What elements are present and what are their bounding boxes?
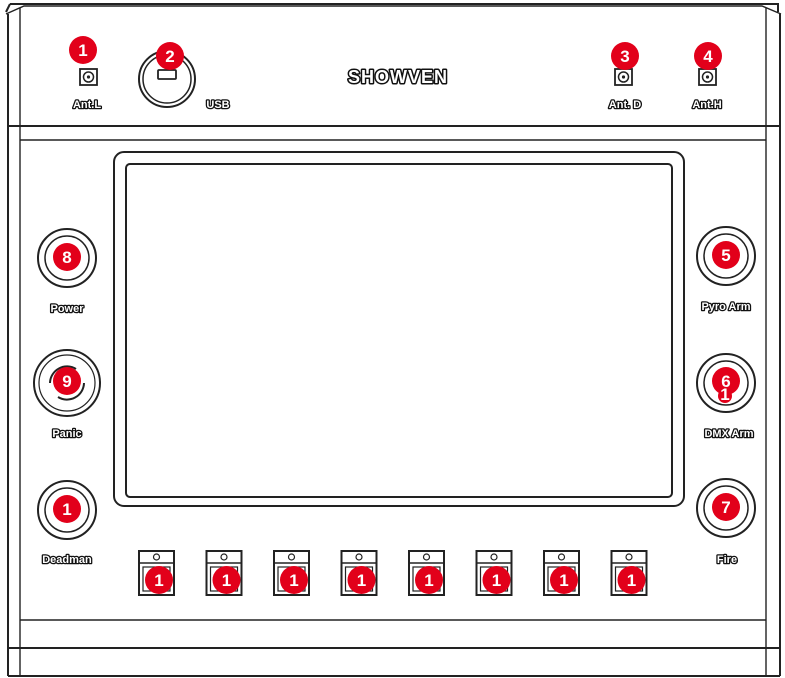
usb-icon (157, 69, 177, 80)
fire-label: Fire (717, 554, 737, 566)
channel-key[interactable]: 1 (340, 550, 378, 596)
callout-badge-channel: 1 (280, 566, 308, 594)
display-screen (113, 151, 685, 507)
pyro-arm-button[interactable]: 5 Pyro Arm (696, 226, 756, 314)
svg-text:5: 5 (721, 246, 730, 265)
usb-label: USB (206, 99, 229, 111)
callout-badge-usb: 2 (156, 42, 184, 70)
callout-badge-channel: 1 (347, 566, 376, 594)
svg-text:1: 1 (62, 500, 71, 519)
callout-badge-pyro-arm: 5 (712, 241, 740, 269)
callout-badge-channel: 1 (212, 566, 241, 594)
svg-text:1: 1 (627, 571, 636, 590)
dmx-arm-button[interactable]: 6 1 DMX Arm (696, 353, 756, 441)
svg-text:1: 1 (222, 571, 231, 590)
antenna-connector-icon (614, 68, 633, 86)
channel-key[interactable]: 1 (610, 550, 648, 596)
channel-key[interactable]: 1 (475, 550, 513, 596)
device-body (5, 3, 782, 677)
svg-text:1: 1 (357, 571, 366, 590)
channel-key[interactable]: 1 (138, 550, 175, 596)
svg-text:4: 4 (703, 47, 713, 66)
svg-text:1: 1 (492, 571, 501, 590)
power-label: Power (50, 303, 84, 315)
antenna-h-label: Ant.H (692, 99, 721, 111)
channel-key-row: 1 1 1 1 1 1 1 1 (138, 550, 648, 596)
panic-button[interactable]: 9 Panic (33, 349, 101, 441)
power-button[interactable]: 8 Power (37, 228, 97, 316)
deadman-label: Deadman (42, 554, 92, 566)
callout-badge-fire: 7 (712, 493, 740, 521)
antenna-connector-icon (79, 68, 98, 86)
svg-text:1: 1 (154, 571, 163, 590)
pyro-arm-label: Pyro Arm (701, 301, 750, 313)
callout-badge-channel: 1 (415, 566, 443, 594)
callout-badge-ant-l: 1 (69, 36, 97, 64)
callout-badge-deadman: 1 (53, 495, 81, 523)
antenna-connector-icon (698, 68, 717, 86)
deadman-button[interactable]: 1 Deadman (37, 480, 97, 567)
channel-key[interactable]: 1 (408, 550, 445, 596)
brand-logo-text: SHOWVEN (348, 67, 448, 87)
dmx-arm-label: DMX Arm (704, 428, 753, 440)
svg-text:1: 1 (720, 385, 729, 404)
svg-text:1: 1 (424, 571, 433, 590)
panic-label: Panic (52, 428, 81, 440)
antenna-l-label: Ant.L (73, 99, 101, 111)
usb-port: USB (138, 50, 231, 112)
svg-text:1: 1 (559, 571, 568, 590)
svg-text:2: 2 (165, 47, 174, 66)
channel-key[interactable]: 1 (273, 550, 310, 596)
channel-key[interactable]: 1 (205, 550, 243, 596)
callout-badge-channel: 1 (145, 566, 173, 594)
svg-text:1: 1 (289, 571, 298, 590)
callout-badge-channel: 1 (550, 566, 578, 594)
channel-key[interactable]: 1 (543, 550, 580, 596)
callout-badge-ant-h: 4 (694, 42, 722, 70)
antenna-d-connector: Ant. D (608, 68, 643, 112)
antenna-l-connector: Ant.L (72, 68, 103, 112)
svg-text:3: 3 (620, 47, 629, 66)
svg-text:1: 1 (78, 41, 87, 60)
callout-badge-panic: 9 (53, 367, 81, 395)
controller-diagram: SHOWVEN Ant.L USB Ant. D Ant.H 1 2 3 4 8… (5, 3, 782, 677)
callout-badge-ant-d: 3 (611, 42, 639, 70)
callout-badge-channel: 1 (482, 566, 511, 594)
callout-badge-channel: 1 (617, 566, 646, 594)
fire-button[interactable]: 7 Fire (696, 478, 756, 567)
svg-text:7: 7 (721, 498, 730, 517)
antenna-h-connector: Ant.H (691, 68, 723, 112)
svg-text:9: 9 (62, 372, 71, 391)
callout-badge-power: 8 (53, 243, 81, 271)
antenna-d-label: Ant. D (609, 99, 641, 111)
svg-text:8: 8 (62, 248, 71, 267)
